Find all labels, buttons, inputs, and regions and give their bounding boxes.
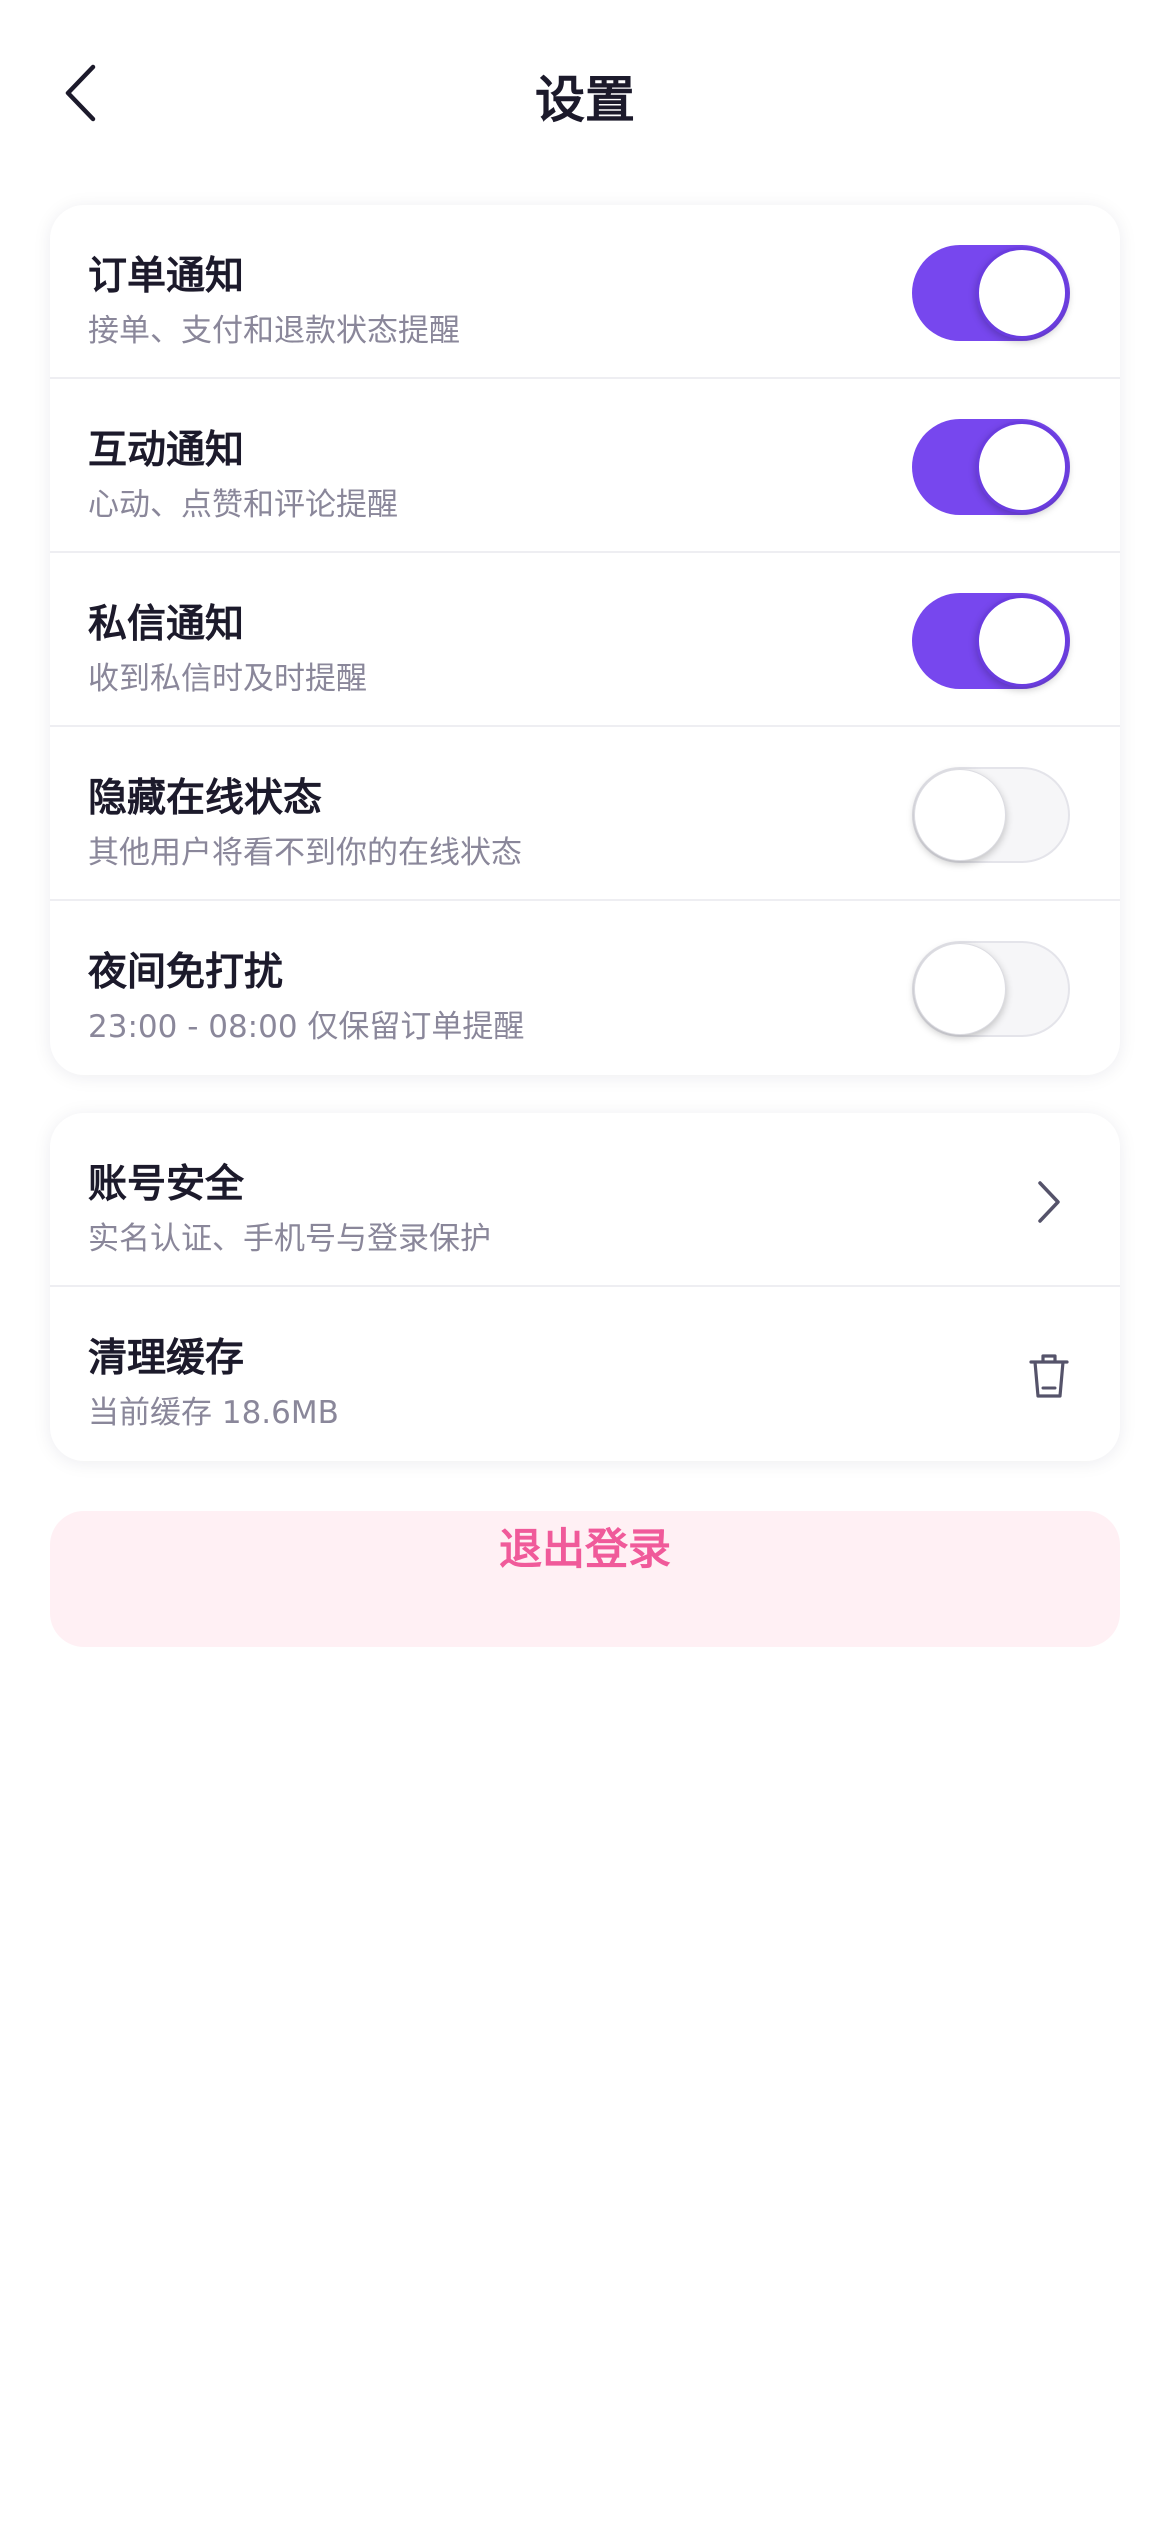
setting-subtitle: 其他用户将看不到你的在线状态 <box>88 835 522 871</box>
order-notification-toggle[interactable] <box>912 245 1070 341</box>
setting-row-hide-online-status: 隐藏在线状态 其他用户将看不到你的在线状态 <box>50 727 1120 901</box>
setting-subtitle: 实名认证、手机号与登录保护 <box>88 1221 491 1257</box>
toggle-knob <box>976 421 1068 513</box>
setting-subtitle: 接单、支付和退款状态提醒 <box>88 313 460 349</box>
setting-row-order-notification: 订单通知 接单、支付和退款状态提醒 <box>50 205 1120 379</box>
clear-cache-row[interactable]: 清理缓存 当前缓存 18.6MB <box>50 1287 1120 1461</box>
do-not-disturb-toggle[interactable] <box>912 941 1070 1037</box>
logout-label: 退出登录 <box>499 1525 671 1575</box>
setting-title: 账号安全 <box>88 1162 245 1207</box>
setting-title: 清理缓存 <box>88 1336 245 1381</box>
interaction-notification-toggle[interactable] <box>912 419 1070 515</box>
hide-online-status-toggle[interactable] <box>912 767 1070 863</box>
logout-button[interactable]: 退出登录 <box>50 1511 1120 1647</box>
clear-cache-button[interactable] <box>1014 1341 1084 1411</box>
setting-title: 互动通知 <box>88 428 245 473</box>
setting-subtitle: 23:00 - 08:00 仅保留订单提醒 <box>88 1009 525 1045</box>
setting-title: 夜间免打扰 <box>88 950 284 995</box>
top-bar: 设置 <box>0 0 1170 190</box>
page-title: 设置 <box>535 71 635 129</box>
account-security-arrow[interactable] <box>1014 1167 1084 1237</box>
setting-title: 订单通知 <box>88 254 245 299</box>
setting-title: 私信通知 <box>88 602 245 647</box>
setting-row-do-not-disturb: 夜间免打扰 23:00 - 08:00 仅保留订单提醒 <box>50 901 1120 1075</box>
toggle-knob <box>976 595 1068 687</box>
message-notification-toggle[interactable] <box>912 593 1070 689</box>
setting-row-interaction-notification: 互动通知 心动、点赞和评论提醒 <box>50 379 1120 553</box>
setting-subtitle: 心动、点赞和评论提醒 <box>88 487 398 523</box>
chevron-right-icon <box>1038 1181 1060 1223</box>
account-security-row[interactable]: 账号安全 实名认证、手机号与登录保护 <box>50 1113 1120 1287</box>
setting-title: 隐藏在线状态 <box>88 776 323 821</box>
setting-subtitle: 收到私信时及时提醒 <box>88 661 367 697</box>
trash-icon <box>1029 1354 1069 1398</box>
setting-row-message-notification: 私信通知 收到私信时及时提醒 <box>50 553 1120 727</box>
toggle-knob <box>914 943 1006 1035</box>
toggle-knob <box>976 247 1068 339</box>
toggle-knob <box>914 769 1006 861</box>
setting-subtitle: 当前缓存 18.6MB <box>88 1395 339 1431</box>
notification-settings-card: 订单通知 接单、支付和退款状态提醒 互动通知 心动、点赞和评论提醒 私信通知 收… <box>50 205 1120 1075</box>
account-settings-card: 账号安全 实名认证、手机号与登录保护 清理缓存 当前缓存 18.6MB <box>50 1113 1120 1461</box>
